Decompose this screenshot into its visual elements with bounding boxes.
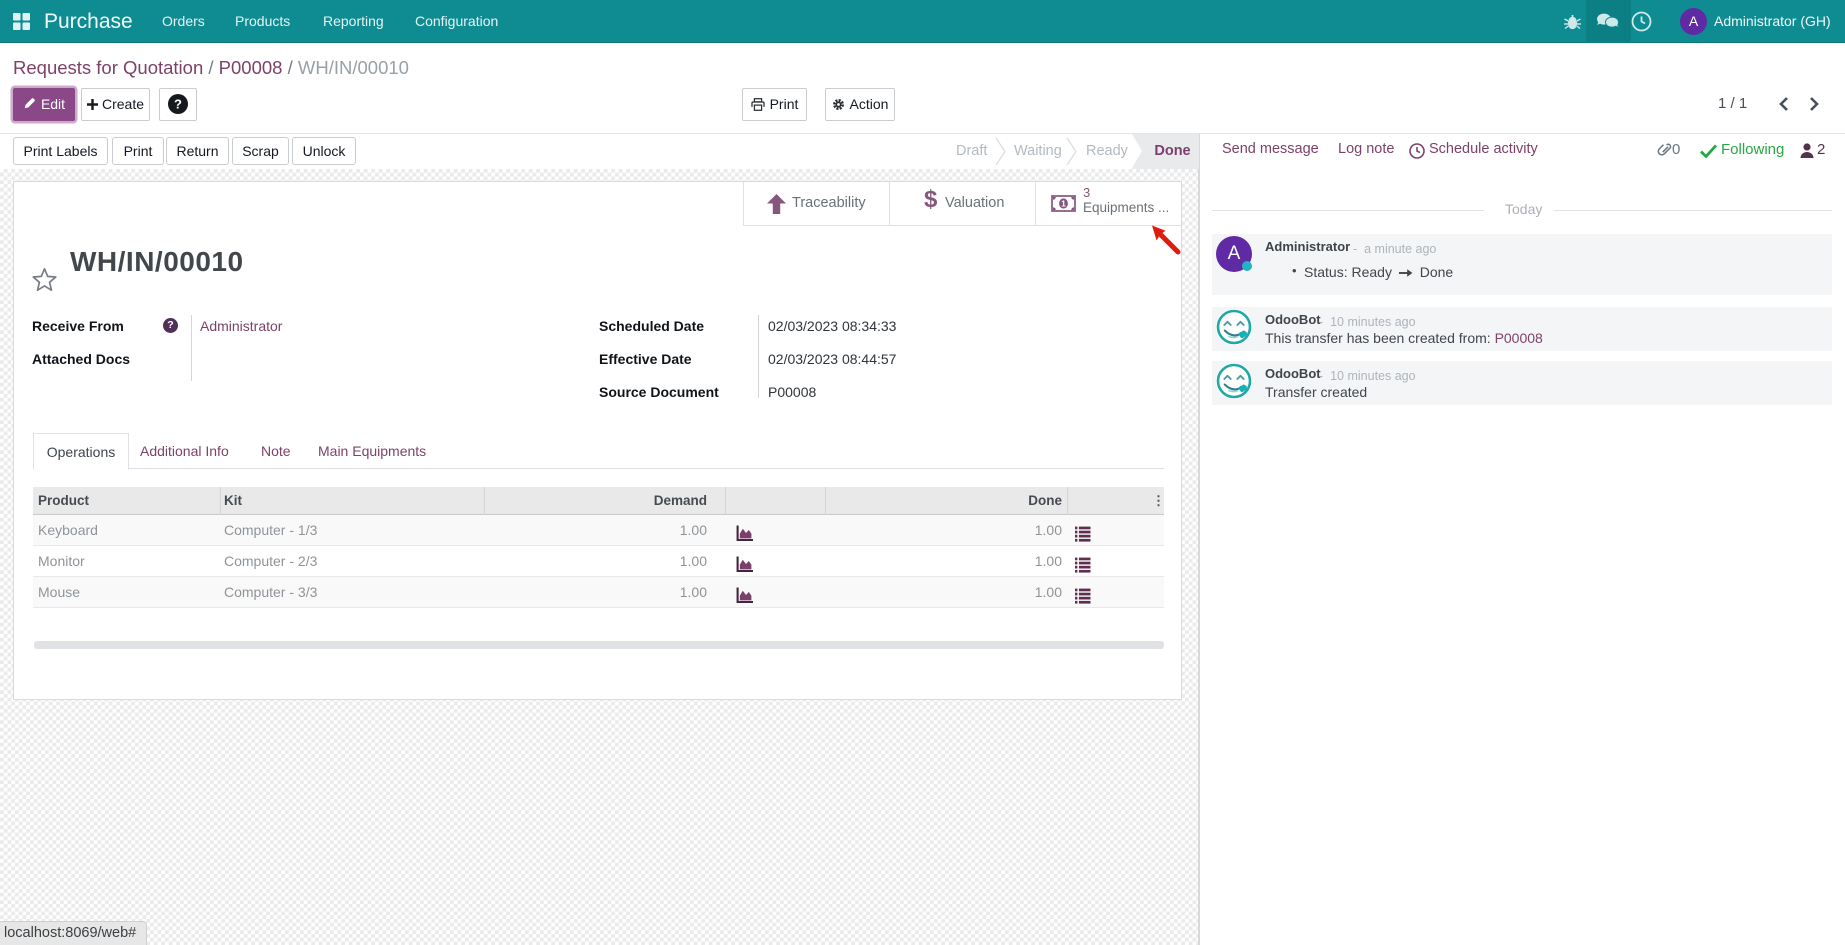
- svg-text:1: 1: [1061, 198, 1066, 208]
- svg-text:?: ?: [174, 97, 182, 112]
